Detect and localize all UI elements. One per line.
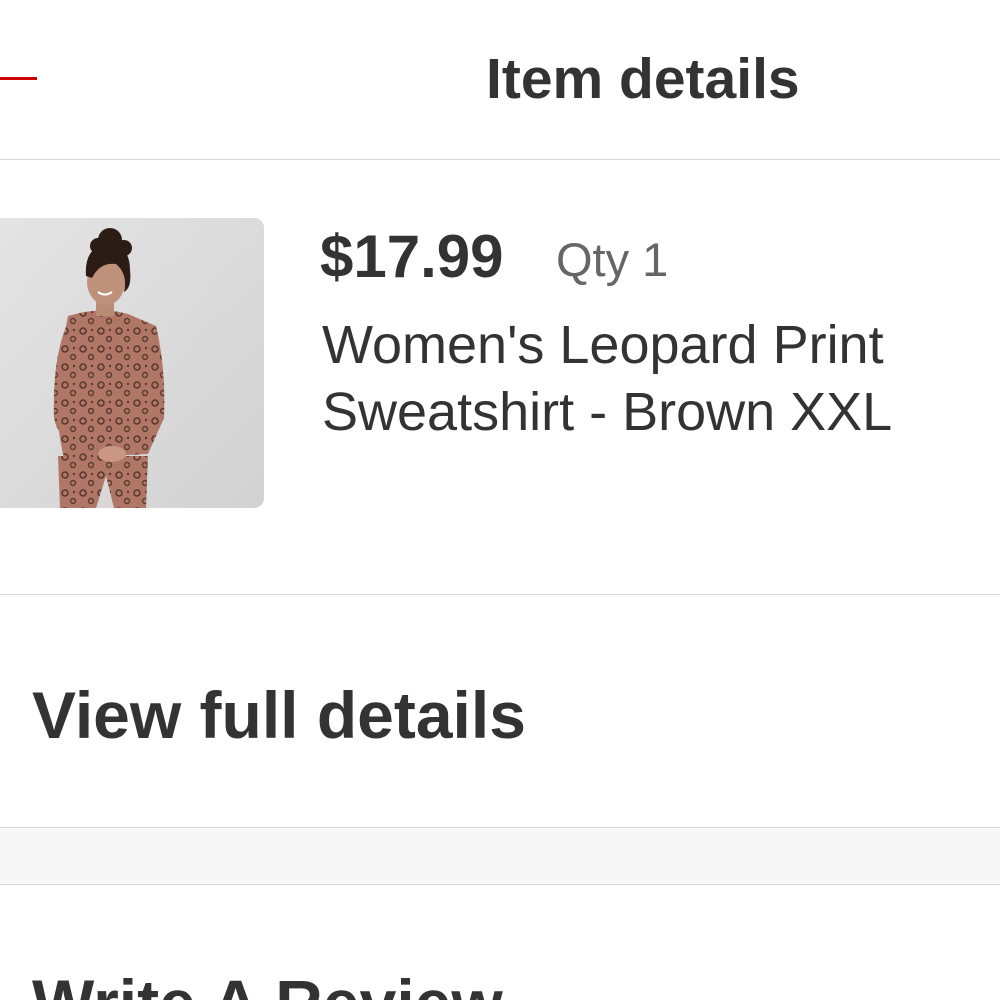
product-title[interactable]: Women's Leopard Print Sweatshirt - Brown… [322,312,982,446]
write-review-link[interactable]: Write A Review [0,885,1000,1000]
product-image[interactable] [0,218,264,508]
header-divider [0,159,1000,160]
product-price: $17.99 [320,223,504,290]
section-spacer [0,828,1000,884]
view-full-details-label: View full details [32,678,526,752]
header-bar: Item details [0,0,1000,159]
view-full-details-link[interactable]: View full details [0,595,1000,827]
page-title: Item details [486,47,800,111]
back-arrow-icon [0,77,37,80]
back-button[interactable] [0,60,50,100]
product-photo-icon [0,218,264,508]
product-quantity: Qty 1 [556,233,669,286]
write-review-label: Write A Review [32,965,503,1000]
